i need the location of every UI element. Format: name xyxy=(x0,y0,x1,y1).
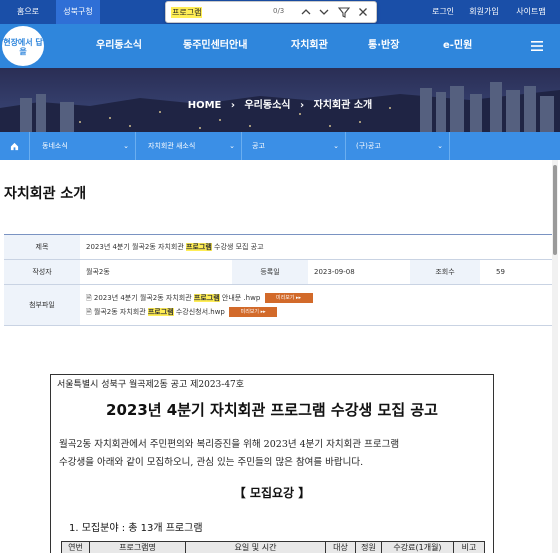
table-header: 요일 및 시간 xyxy=(186,542,326,553)
main-nav xyxy=(0,24,560,68)
file-icon: 🗎 xyxy=(86,294,92,302)
document-item-1: 1. 모집분야 : 총 13개 프로그램 xyxy=(69,523,203,534)
subnav-label: 공고 xyxy=(252,142,265,150)
find-input[interactable]: 프로그램 xyxy=(171,7,203,18)
post-date: 2023-09-08 xyxy=(314,268,355,276)
page-title: 자치회관 소개 xyxy=(4,186,87,202)
logo-text: 현장에서 답을 xyxy=(3,38,43,56)
post-title-text: 2023년 4분기 월곡2동 자치회관 xyxy=(86,243,187,251)
chevron-down-icon: ⌄ xyxy=(229,142,235,150)
document-heading: 2023년 4분기 자치회관 프로그램 수강생 모집 공고 xyxy=(106,401,438,419)
table-bottom-border xyxy=(4,325,552,326)
login-link[interactable]: 로그인 xyxy=(424,0,462,24)
search-highlight: 프로그램 xyxy=(186,243,212,251)
notice-document: 서울특별시 성북구 월곡제2동 공고 제2023-47호 2023년 4분기 자… xyxy=(50,374,494,553)
close-icon[interactable] xyxy=(356,5,370,19)
document-intro-line2: 수강생을 아래와 같이 모집하오니, 관심 있는 주민들의 많은 참여를 바랍니… xyxy=(59,457,364,468)
find-match-count: 0/3 xyxy=(273,7,285,15)
subnav-dropdown-old-notice[interactable]: (구)공고 ⌄ xyxy=(346,132,450,160)
chevron-down-icon: ⌄ xyxy=(333,142,339,150)
label-author: 작성자 xyxy=(4,260,80,284)
subnav-dropdown-autonomy-news[interactable]: 자치회관 새소식 ⌄ xyxy=(136,132,242,160)
filter-icon[interactable] xyxy=(337,5,351,19)
sitemap-link[interactable]: 사이트맵 xyxy=(506,0,556,24)
nav-item-autonomy-hall[interactable]: 자치회관 xyxy=(291,24,328,68)
table-header: 연번 xyxy=(62,542,90,553)
preview-button[interactable]: 미리보기 ▸▸ xyxy=(264,293,313,303)
preview-button[interactable]: 미리보기 ▸▸ xyxy=(229,307,278,317)
document-section-title: 【 모집요강 】 xyxy=(233,486,311,500)
nav-item-center-info[interactable]: 동주민센터안내 xyxy=(183,24,247,68)
chevron-down-icon[interactable] xyxy=(317,5,331,19)
post-title-text: 수강생 모집 공고 xyxy=(211,243,264,251)
nav-item-tong-ban[interactable]: 통·반장 xyxy=(368,24,399,68)
subnav-label: 동네소식 xyxy=(42,142,68,150)
subnav-label: (구)공고 xyxy=(356,142,381,150)
breadcrumb-level1[interactable]: 우리동소식 xyxy=(244,100,290,111)
table-header: 프로그램명 xyxy=(90,542,186,553)
chevron-up-icon[interactable] xyxy=(299,5,313,19)
attachment-item: 🗎 월곡2동 자치회관 프로그램 수강신청서.hwp 미리보기 ▸▸ xyxy=(86,306,278,318)
post-author: 월곡2동 xyxy=(86,268,110,276)
breadcrumb: HOME › 우리동소식 › 자치회관 소개 xyxy=(0,96,560,111)
subnav-home-button[interactable] xyxy=(0,132,30,160)
subnav-dropdown-news[interactable]: 동네소식 ⌄ xyxy=(30,132,136,160)
program-table-header: 연번 프로그램명 요일 및 시간 대상 정원 수강료(1개월) 비고 xyxy=(61,541,485,553)
label-views: 조회수 xyxy=(410,260,480,284)
nav-item-e-civil[interactable]: e-민원 xyxy=(443,24,472,68)
breadcrumb-level2: 자치회관 소개 xyxy=(313,100,373,111)
chevron-down-icon: ⌄ xyxy=(123,142,129,150)
label-attachments: 첨부파일 xyxy=(4,285,80,325)
breadcrumb-separator: › xyxy=(299,100,305,111)
breadcrumb-separator: › xyxy=(230,100,235,111)
label-title: 제목 xyxy=(4,235,80,259)
menu-icon[interactable] xyxy=(530,40,544,52)
subnav-label: 자치회관 새소식 xyxy=(148,142,196,150)
attachment-item: 🗎 2023년 4분기 월곡2동 자치회관 프로그램 안내문 .hwp 미리보기… xyxy=(86,292,313,304)
subnav-dropdown-notice[interactable]: 공고 ⌄ xyxy=(242,132,346,160)
home-icon xyxy=(10,142,19,150)
file-icon: 🗎 xyxy=(86,308,92,316)
table-header: 비고 xyxy=(461,543,477,552)
attachment-link[interactable]: 2023년 4분기 월곡2동 자치회관 프로그램 안내문 .hwp xyxy=(94,294,260,302)
chevron-down-icon: ⌄ xyxy=(437,142,443,150)
attachment-link[interactable]: 월곡2동 자치회관 프로그램 수강신청서.hwp xyxy=(94,308,225,316)
document-intro-line1: 월곡2동 자치회관에서 주민편의와 복리증진을 위해 2023년 4분기 자치회… xyxy=(59,439,400,450)
table-header: 정원 xyxy=(356,542,382,553)
scrollbar-thumb[interactable] xyxy=(553,165,557,255)
table-header: 수강료(1개월) xyxy=(382,542,454,553)
post-title: 2023년 4분기 월곡2동 자치회관 프로그램 수강생 모집 공고 xyxy=(86,235,264,259)
nav-item-news[interactable]: 우리동소식 xyxy=(96,24,142,68)
find-bar: 프로그램 0/3 xyxy=(165,1,377,23)
join-link[interactable]: 회원가입 xyxy=(462,0,506,24)
notice-number: 서울특별시 성북구 월곡제2동 공고 제2023-47호 xyxy=(57,380,245,390)
home-link[interactable]: 홈으로 xyxy=(0,0,56,24)
row-divider xyxy=(4,284,552,285)
table-header: 대상 xyxy=(326,542,356,553)
post-views: 59 xyxy=(496,268,505,276)
seongbuk-office-link[interactable]: 성북구청 xyxy=(56,0,100,24)
label-date: 등록일 xyxy=(232,260,308,284)
breadcrumb-home[interactable]: HOME xyxy=(188,100,222,111)
